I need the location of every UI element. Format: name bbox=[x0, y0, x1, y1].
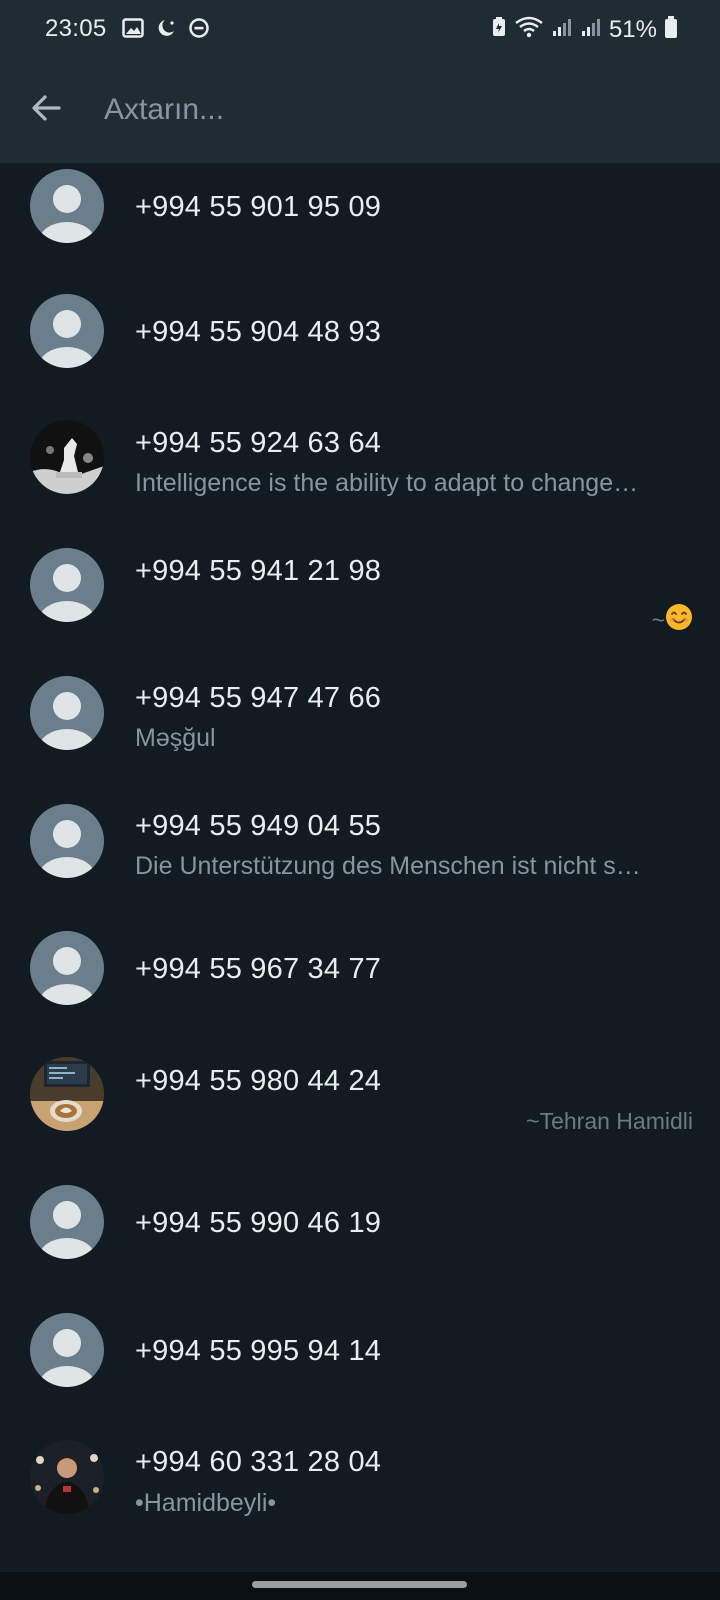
search-input[interactable] bbox=[104, 84, 684, 136]
contact-row[interactable]: +994 55 995 94 14 bbox=[0, 1313, 720, 1443]
contact-name: +994 55 967 34 77 bbox=[135, 953, 382, 985]
home-gesture-handle[interactable] bbox=[252, 1581, 467, 1588]
contact-name: +994 55 980 44 24 bbox=[135, 1065, 382, 1097]
pushname-text: ~Tehran Hamidli bbox=[526, 1108, 693, 1134]
contact-name: +994 55 941 21 98 bbox=[135, 555, 382, 587]
contact-row[interactable]: +994 55 924 63 64 Intelligence is the ab… bbox=[0, 419, 720, 547]
contact-name: +994 55 949 04 55 bbox=[135, 810, 382, 842]
contact-about: Məşğul bbox=[135, 724, 216, 752]
contact-row[interactable]: +994 55 904 48 93 bbox=[0, 291, 720, 419]
contact-about: •Hamidbeyli• bbox=[135, 1489, 277, 1517]
wifi-icon bbox=[514, 16, 544, 43]
contact-row[interactable]: +994 55 947 47 66 Məşğul bbox=[0, 675, 720, 803]
contact-name: +994 55 947 47 66 bbox=[135, 682, 382, 714]
signal-icon-2 bbox=[580, 16, 602, 43]
contact-row[interactable]: +994 55 967 34 77 bbox=[0, 931, 720, 1059]
status-bar: 23:05 51% bbox=[0, 0, 720, 58]
battery-percent: 51% bbox=[608, 15, 657, 43]
status-time: 23:05 bbox=[45, 15, 107, 42]
contact-name: +994 60 331 28 04 bbox=[135, 1446, 382, 1478]
default-avatar-icon bbox=[30, 1313, 104, 1387]
contact-row[interactable]: +994 55 949 04 55 Die Unterstützung des … bbox=[0, 803, 720, 931]
contact-row[interactable]: +994 55 990 46 19 bbox=[0, 1185, 720, 1315]
default-avatar-icon bbox=[30, 1185, 104, 1259]
contact-name: +994 55 904 48 93 bbox=[135, 316, 382, 348]
contact-row[interactable]: +994 55 941 21 98 ~ bbox=[0, 547, 720, 675]
default-avatar-icon bbox=[30, 676, 104, 750]
default-avatar-icon bbox=[30, 169, 104, 243]
contact-name: +994 55 995 94 14 bbox=[135, 1335, 382, 1367]
battery-icon bbox=[664, 15, 678, 44]
contact-pushname: ~ bbox=[652, 603, 693, 637]
do-not-disturb-moon-icon bbox=[154, 17, 178, 44]
contact-row[interactable]: +994 55 980 44 24 ~Tehran Hamidli bbox=[0, 1057, 720, 1187]
gallery-icon bbox=[122, 17, 144, 44]
contact-name: +994 55 924 63 64 bbox=[135, 427, 382, 459]
contact-pushname: ~Tehran Hamidli bbox=[526, 1108, 693, 1135]
signal-icon bbox=[551, 16, 573, 43]
smiling-face-emoji bbox=[665, 603, 693, 637]
default-avatar-icon bbox=[30, 548, 104, 622]
search-app-bar bbox=[0, 58, 720, 163]
default-avatar-icon bbox=[30, 931, 104, 1005]
coffee-photo-avatar bbox=[30, 1057, 104, 1131]
dnd-icon bbox=[188, 17, 210, 44]
arrow-left-icon bbox=[29, 91, 63, 130]
contact-name: +994 55 990 46 19 bbox=[135, 1207, 382, 1239]
default-avatar-icon bbox=[30, 294, 104, 368]
chess-photo-avatar bbox=[30, 420, 104, 494]
battery-saver-icon bbox=[491, 16, 507, 43]
contact-about: Intelligence is the ability to adapt to … bbox=[135, 469, 639, 497]
person-photo-avatar bbox=[30, 1440, 104, 1514]
default-avatar-icon bbox=[30, 804, 104, 878]
contact-name: +994 55 901 95 09 bbox=[135, 191, 382, 223]
contact-row[interactable]: +994 60 331 28 04 •Hamidbeyli• bbox=[0, 1440, 720, 1571]
system-navigation-bar bbox=[0, 1572, 720, 1600]
back-button[interactable] bbox=[24, 88, 68, 132]
contact-row[interactable]: +994 55 901 95 09 bbox=[0, 163, 720, 291]
contact-about: Die Unterstützung des Menschen ist nicht… bbox=[135, 852, 641, 880]
pushname-text: ~ bbox=[651, 606, 665, 633]
